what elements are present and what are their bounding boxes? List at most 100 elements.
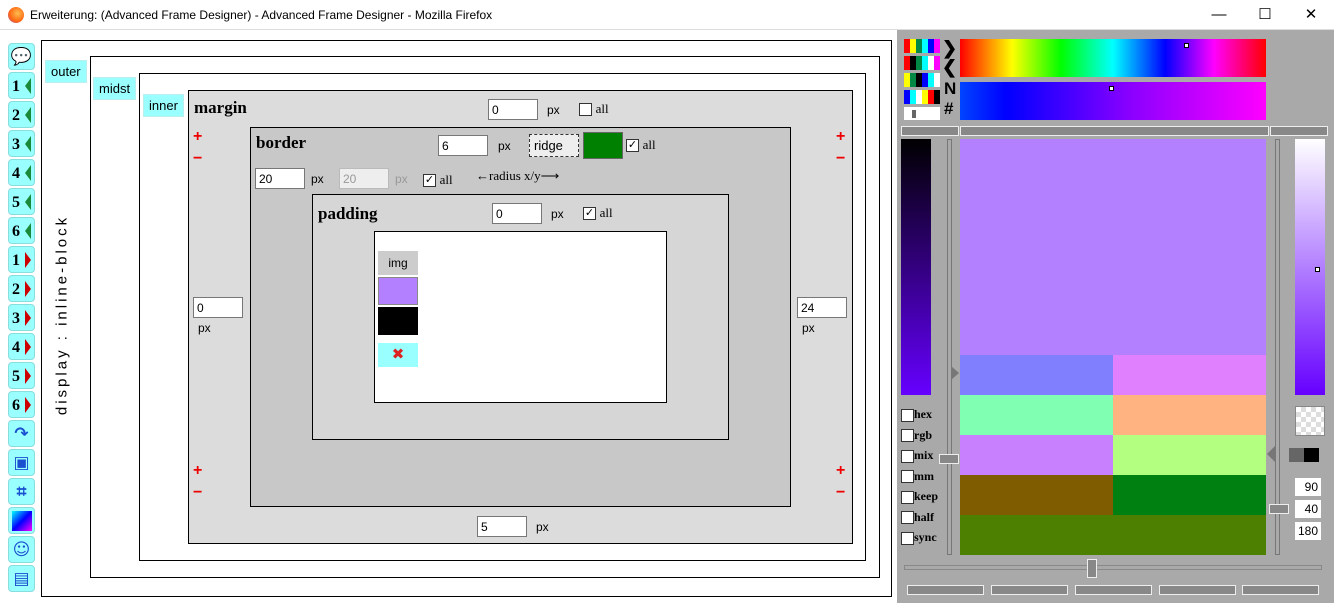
toolbar-button-0[interactable]: 💬 [8,43,35,70]
delete-icon[interactable]: ✖ [378,343,418,367]
color-swatch[interactable] [960,395,1113,435]
transparency-icon[interactable] [1295,406,1325,436]
radius-y-input[interactable] [339,168,389,189]
color-swatch[interactable] [1113,355,1266,395]
padding-input[interactable] [492,203,542,224]
palette-row-1[interactable] [904,39,940,53]
n-button[interactable]: N [944,79,956,99]
margin-plus-top-right[interactable]: + [836,128,845,146]
img-button[interactable]: img [378,251,418,275]
option-sync[interactable]: sync [901,530,937,545]
toolbar-button-16[interactable] [8,507,35,534]
outer-label[interactable]: outer [45,60,87,83]
radius-x-input[interactable] [255,168,305,189]
toolbar-button-6[interactable]: 6 [8,217,35,244]
option-mix[interactable]: mix [901,448,933,463]
border-width-input[interactable] [438,135,488,156]
bottom-bar-1[interactable] [907,585,984,595]
light-gradient[interactable] [1295,139,1325,395]
left-slider-track[interactable] [947,139,952,555]
margin-left-input[interactable] [193,297,243,318]
shade-bar[interactable] [960,82,1266,120]
color-swatch[interactable] [960,355,1113,395]
panel-bar-center[interactable] [960,126,1269,136]
border-all-checkbox[interactable]: ✓ [626,139,639,153]
hash-button[interactable]: # [944,99,953,119]
margin-minus-top-right[interactable]: − [836,150,845,168]
margin-plus-bottom-right[interactable]: + [836,462,845,480]
palette-row-4[interactable] [904,90,940,104]
right-slider-thumb[interactable] [1269,504,1289,514]
foreground-color-swatch[interactable] [378,307,418,335]
option-half[interactable]: half [901,510,934,525]
bottom-slider-thumb[interactable] [1087,559,1097,578]
maximize-button[interactable]: ☐ [1242,4,1288,26]
toolbar-button-10[interactable]: 4 [8,333,35,360]
margin-minus-top-left[interactable]: − [193,150,202,168]
toolbar-button-12[interactable]: 6 [8,391,35,418]
toolbar-button-13[interactable]: ↷ [8,420,35,447]
option-mm[interactable]: mm [901,469,934,484]
toolbar-button-4[interactable]: 4 [8,159,35,186]
bottom-bar-3[interactable] [1075,585,1152,595]
bottom-bar-4[interactable] [1159,585,1236,595]
option-keep[interactable]: keep [901,489,938,504]
palette-row-2[interactable] [904,56,940,70]
value-field[interactable]: 40 [1295,500,1321,518]
option-checkbox[interactable] [901,511,914,525]
margin-minus-bottom-left[interactable]: − [193,484,202,502]
panel-bar-right[interactable] [1270,126,1328,136]
toolbar-button-2[interactable]: 2 [8,101,35,128]
color-swatch[interactable] [960,515,1266,555]
gray-black-toggle[interactable] [1289,448,1319,462]
background-color-swatch[interactable] [378,277,418,305]
radius-all-checkbox[interactable]: ✓ [423,174,436,188]
right-slider-track[interactable] [1275,139,1280,555]
inner-label[interactable]: inner [143,94,184,117]
option-checkbox[interactable] [901,531,914,545]
toolbar-button-7[interactable]: 1 [8,246,35,273]
toolbar-button-11[interactable]: 5 [8,362,35,389]
color-swatch[interactable] [960,475,1113,515]
option-checkbox[interactable] [901,408,914,422]
left-slider-thumb[interactable] [939,454,959,464]
margin-top-input[interactable] [488,99,538,120]
midst-label[interactable]: midst [93,77,137,100]
color-swatch[interactable] [1113,435,1266,475]
next-icon[interactable]: ❯ [942,39,957,57]
option-rgb[interactable]: rgb [901,428,932,443]
option-checkbox[interactable] [901,429,914,443]
border-style-select[interactable]: ridge [529,134,579,157]
toolbar-button-17[interactable]: ☺ [8,536,35,563]
option-checkbox[interactable] [901,490,914,504]
toolbar-button-14[interactable]: ▣ [8,449,35,476]
value-field[interactable]: 180 [1295,522,1321,540]
margin-minus-bottom-right[interactable]: − [836,484,845,502]
palette-row-3[interactable] [904,73,940,87]
border-color-swatch[interactable] [583,132,623,159]
padding-all-checkbox[interactable]: ✓ [583,207,596,221]
toolbar-button-1[interactable]: 1 [8,72,35,99]
prev-icon[interactable]: ❮ [942,58,957,76]
bottom-bar-2[interactable] [991,585,1068,595]
option-checkbox[interactable] [901,449,914,463]
minimize-button[interactable]: — [1196,4,1242,26]
margin-all-checkbox[interactable] [579,103,592,117]
toolbar-button-5[interactable]: 5 [8,188,35,215]
option-hex[interactable]: hex [901,407,932,422]
dark-gradient[interactable] [901,139,931,395]
toolbar-button-3[interactable]: 3 [8,130,35,157]
toolbar-button-18[interactable]: ▤ [8,565,35,592]
toolbar-button-15[interactable]: ⌗ [8,478,35,505]
bottom-bar-5[interactable] [1242,585,1319,595]
toolbar-button-9[interactable]: 3 [8,304,35,331]
margin-bottom-stepper[interactable] [477,516,527,537]
color-swatch[interactable] [1113,475,1266,515]
panel-bar-left[interactable] [901,126,959,136]
hue-bar[interactable] [960,39,1266,77]
palette-slider[interactable] [904,107,940,120]
close-button[interactable]: ✕ [1288,4,1334,26]
margin-right-input[interactable] [797,297,847,318]
margin-plus-top-left[interactable]: + [193,128,202,146]
main-color-preview[interactable] [960,139,1266,355]
